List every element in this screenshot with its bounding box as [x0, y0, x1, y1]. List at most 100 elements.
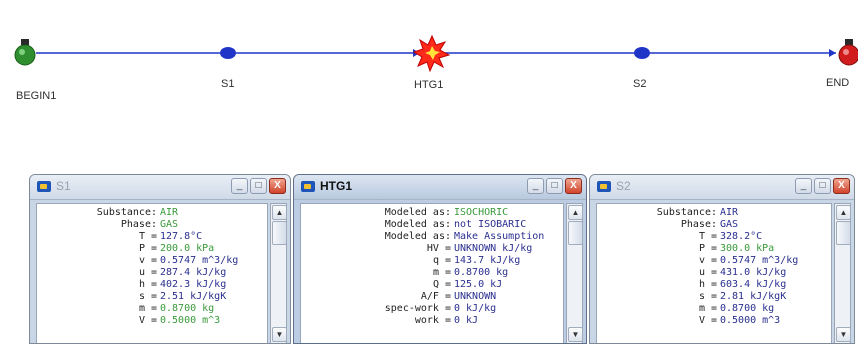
property-label: v = — [698, 255, 717, 266]
property-label: Modeled as: — [384, 231, 451, 242]
property-value: UNKNOWN kJ/kg — [454, 243, 533, 254]
property-value: 2.81 kJ/kgK — [720, 291, 787, 302]
properties-panel: Substance: AIR Phase: GAS T = 328.2°C P = 30… — [596, 203, 832, 343]
property-label: Phase: — [680, 219, 717, 230]
scroll-up-arrow-icon[interactable]: ▲ — [272, 205, 287, 220]
property-label: m = — [432, 267, 451, 278]
scroll-up-arrow-icon[interactable]: ▲ — [568, 205, 583, 220]
properties-panel: Substance: AIR Phase: GAS T = 127.8°C P = 20… — [36, 203, 268, 343]
properties-list: Modeled as: ISOCHORIC Modeled as: not ISOB… — [301, 204, 563, 327]
property-label: spec-work = — [384, 303, 451, 314]
maximize-button[interactable]: □ — [250, 178, 267, 194]
close-button[interactable]: X — [565, 178, 582, 194]
property-label: Modeled as: — [384, 219, 451, 230]
properties-list: Substance: AIR Phase: GAS T = 127.8°C P = 20… — [37, 204, 267, 327]
property-row: spec-work = 0 kJ/kg — [303, 303, 563, 315]
property-row: v = 0.5747 m^3/kg — [39, 255, 267, 267]
state-s2-label: S2 — [633, 78, 647, 90]
property-value: 287.4 kJ/kg — [160, 267, 227, 278]
end-node-label: END — [826, 77, 850, 89]
property-value: 0.8700 kg — [160, 303, 215, 314]
property-label: h = — [698, 279, 717, 290]
property-value: 2.51 kJ/kgK — [160, 291, 227, 302]
app-icon — [597, 181, 611, 192]
property-label: u = — [698, 267, 717, 278]
property-row: Q = 125.0 kJ — [303, 279, 563, 291]
property-row: P = 300.0 kPa — [599, 243, 831, 255]
property-value: 0.5000 m^3 — [160, 315, 221, 326]
property-row: Phase: GAS — [599, 219, 831, 231]
property-row: u = 287.4 kJ/kg — [39, 267, 267, 279]
property-row: V = 0.5000 m^3 — [39, 315, 267, 327]
property-row: u = 431.0 kJ/kg — [599, 267, 831, 279]
property-label: T = — [698, 231, 717, 242]
end-node-icon[interactable] — [838, 39, 858, 66]
property-value: 603.4 kJ/kg — [720, 279, 787, 290]
state-s1-node-icon[interactable] — [220, 47, 236, 59]
heater-htg1-node-icon[interactable] — [412, 34, 451, 73]
property-value: 431.0 kJ/kg — [720, 267, 787, 278]
property-value: 402.3 kJ/kg — [160, 279, 227, 290]
property-label: m = — [138, 303, 157, 314]
property-label: P = — [138, 243, 157, 254]
vertical-scrollbar[interactable]: ▲ ▼ — [566, 203, 583, 343]
property-label: Substance: — [656, 207, 717, 218]
property-label: Modeled as: — [384, 207, 451, 218]
arrowhead-into-end — [829, 49, 836, 57]
property-row: Modeled as: ISOCHORIC — [303, 207, 563, 219]
app-icon — [37, 181, 51, 192]
property-row: h = 402.3 kJ/kg — [39, 279, 267, 291]
minimize-button[interactable]: _ — [231, 178, 248, 194]
property-row: Substance: AIR — [39, 207, 267, 219]
property-label: h = — [138, 279, 157, 290]
property-value: 0 kJ — [454, 315, 479, 326]
property-value: 0 kJ/kg — [454, 303, 497, 314]
window-title: HTG1 — [320, 179, 353, 193]
property-value: 0.5747 m^3/kg — [160, 255, 239, 266]
property-row: Modeled as: Make Assumption — [303, 231, 563, 243]
property-row: s = 2.81 kJ/kgK — [599, 291, 831, 303]
properties-list: Substance: AIR Phase: GAS T = 328.2°C P = 30… — [597, 204, 831, 327]
window-s2-titlebar[interactable]: S2 _ □ X — [590, 175, 854, 200]
property-label: Phase: — [120, 219, 157, 230]
property-label: Q = — [432, 279, 451, 290]
vertical-scrollbar[interactable]: ▲ ▼ — [270, 203, 287, 343]
property-row: HV = UNKNOWN kJ/kg — [303, 243, 563, 255]
property-label: V = — [138, 315, 157, 326]
state-s2-node-icon[interactable] — [634, 47, 650, 59]
property-value: 143.7 kJ/kg — [454, 255, 521, 266]
minimize-button[interactable]: _ — [527, 178, 544, 194]
property-value: 200.0 kPa — [160, 243, 215, 254]
property-row: Substance: AIR — [599, 207, 831, 219]
property-label: v = — [138, 255, 157, 266]
scroll-thumb[interactable] — [568, 221, 583, 245]
property-value: 328.2°C — [720, 231, 763, 242]
app-icon — [301, 181, 315, 192]
vertical-scrollbar[interactable]: ▲ ▼ — [834, 203, 851, 343]
property-value: ISOCHORIC — [454, 207, 509, 218]
scroll-thumb[interactable] — [836, 221, 851, 245]
property-row: T = 127.8°C — [39, 231, 267, 243]
property-value: 0.5747 m^3/kg — [720, 255, 799, 266]
properties-panel: Modeled as: ISOCHORIC Modeled as: not ISOB… — [300, 203, 564, 343]
heater-htg1-label: HTG1 — [414, 79, 444, 91]
property-label: A/F = — [420, 291, 451, 302]
minimize-button[interactable]: _ — [795, 178, 812, 194]
window-s1-titlebar[interactable]: S1 _ □ X — [30, 175, 290, 200]
close-button[interactable]: X — [833, 178, 850, 194]
window-htg1-titlebar[interactable]: HTG1 _ □ X — [294, 175, 586, 200]
maximize-button[interactable]: □ — [814, 178, 831, 194]
begin-node-icon[interactable] — [14, 39, 36, 66]
scroll-thumb[interactable] — [272, 221, 287, 245]
property-value: GAS — [720, 219, 739, 230]
state-s1-label: S1 — [221, 78, 235, 90]
property-row: s = 2.51 kJ/kgK — [39, 291, 267, 303]
property-value: 300.0 kPa — [720, 243, 775, 254]
close-button[interactable]: X — [269, 178, 286, 194]
property-row: v = 0.5747 m^3/kg — [599, 255, 831, 267]
property-row: Phase: GAS — [39, 219, 267, 231]
property-value: 0.8700 kg — [720, 303, 775, 314]
maximize-button[interactable]: □ — [546, 178, 563, 194]
scroll-up-arrow-icon[interactable]: ▲ — [836, 205, 851, 220]
property-value: GAS — [160, 219, 179, 230]
